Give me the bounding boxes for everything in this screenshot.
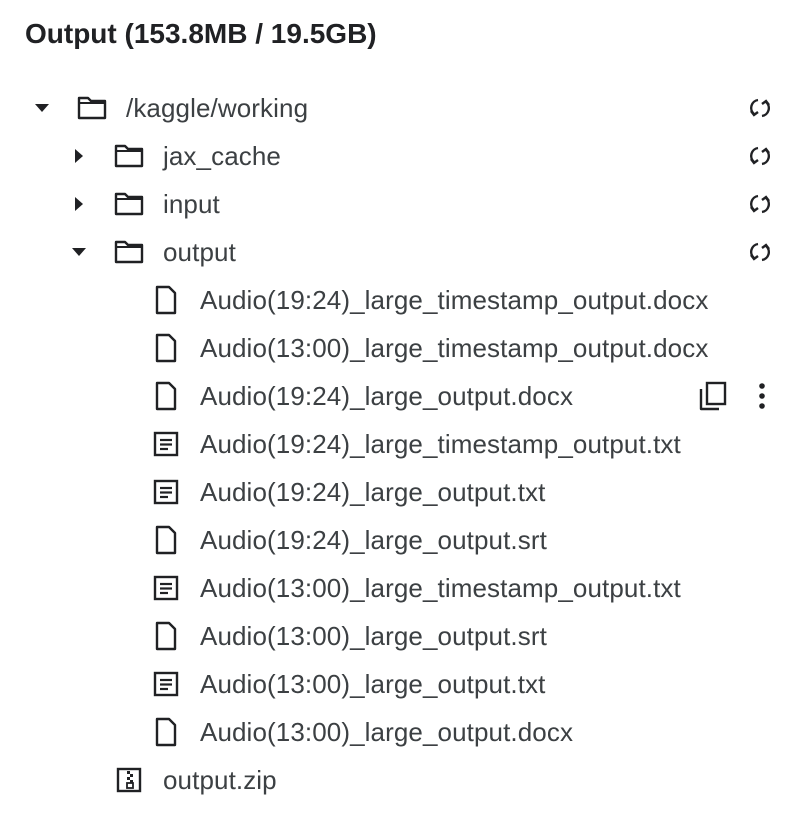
tree-item-label: Audio(19:24)_large_output.srt <box>200 524 547 555</box>
zip-file-icon <box>113 764 145 796</box>
tree-file-row[interactable]: Audio(13:00)_large_output.txt <box>0 660 796 708</box>
folder-icon <box>113 140 145 172</box>
tree-item-label: Audio(13:00)_large_timestamp_output.txt <box>200 572 681 603</box>
tree-item-label: jax_cache <box>163 140 281 171</box>
tree-file-row[interactable]: Audio(13:00)_large_timestamp_output.txt <box>0 564 796 612</box>
tree-row-jax-cache[interactable]: jax_cache <box>0 132 796 180</box>
tree-file-row[interactable]: Audio(19:24)_large_timestamp_output.docx <box>0 276 796 324</box>
caret-right-icon[interactable] <box>71 196 87 212</box>
tree-file-row[interactable]: Audio(19:24)_large_output.txt <box>0 468 796 516</box>
caret-down-icon[interactable] <box>34 100 50 116</box>
folder-icon <box>113 236 145 268</box>
refresh-icon[interactable] <box>744 140 776 172</box>
refresh-icon[interactable] <box>744 236 776 268</box>
file-tree: /kaggle/working jax_cache input output A… <box>0 84 796 804</box>
tree-item-label: /kaggle/working <box>126 92 309 123</box>
text-file-icon <box>150 428 182 460</box>
tree-item-label: Audio(19:24)_large_output.txt <box>200 476 546 507</box>
tree-item-label: Audio(13:00)_large_timestamp_output.docx <box>200 332 709 363</box>
tree-file-row[interactable]: Audio(19:24)_large_timestamp_output.txt <box>0 420 796 468</box>
output-panel: Output (153.8MB / 19.5GB) /kaggle/workin… <box>0 0 796 818</box>
tree-file-row-hovered[interactable]: Audio(19:24)_large_output.docx <box>0 372 796 420</box>
file-icon <box>150 716 182 748</box>
text-file-icon <box>150 572 182 604</box>
tree-item-label: Audio(13:00)_large_output.txt <box>200 668 546 699</box>
tree-file-row[interactable]: Audio(13:00)_large_output.srt <box>0 612 796 660</box>
tree-row-kaggle-working[interactable]: /kaggle/working <box>0 84 796 132</box>
file-icon <box>150 524 182 556</box>
copy-icon[interactable] <box>696 379 730 413</box>
file-icon <box>150 380 182 412</box>
file-icon <box>150 332 182 364</box>
folder-icon <box>76 92 108 124</box>
text-file-icon <box>150 668 182 700</box>
text-file-icon <box>150 476 182 508</box>
refresh-icon[interactable] <box>744 188 776 220</box>
tree-row-output[interactable]: output <box>0 228 796 276</box>
tree-item-label: output <box>163 236 236 267</box>
panel-title: Output (153.8MB / 19.5GB) <box>25 18 377 49</box>
caret-down-icon[interactable] <box>71 244 87 260</box>
tree-file-row[interactable]: Audio(13:00)_large_timestamp_output.docx <box>0 324 796 372</box>
tree-row-input[interactable]: input <box>0 180 796 228</box>
tree-item-label: output.zip <box>163 764 277 795</box>
tree-item-label: Audio(19:24)_large_output.docx <box>200 380 574 411</box>
tree-item-label: Audio(19:24)_large_timestamp_output.txt <box>200 428 681 459</box>
tree-file-row[interactable]: Audio(19:24)_large_output.srt <box>0 516 796 564</box>
more-vert-icon[interactable] <box>746 379 778 413</box>
tree-item-label: Audio(13:00)_large_output.srt <box>200 620 547 651</box>
tree-item-label: input <box>163 188 220 219</box>
tree-file-row[interactable]: Audio(13:00)_large_output.docx <box>0 708 796 756</box>
caret-right-icon[interactable] <box>71 148 87 164</box>
tree-item-label: Audio(19:24)_large_timestamp_output.docx <box>200 284 709 315</box>
file-icon <box>150 284 182 316</box>
refresh-icon[interactable] <box>744 92 776 124</box>
file-icon <box>150 620 182 652</box>
tree-file-row-output-zip[interactable]: output.zip <box>0 756 796 804</box>
folder-icon <box>113 188 145 220</box>
tree-item-label: Audio(13:00)_large_output.docx <box>200 716 574 747</box>
